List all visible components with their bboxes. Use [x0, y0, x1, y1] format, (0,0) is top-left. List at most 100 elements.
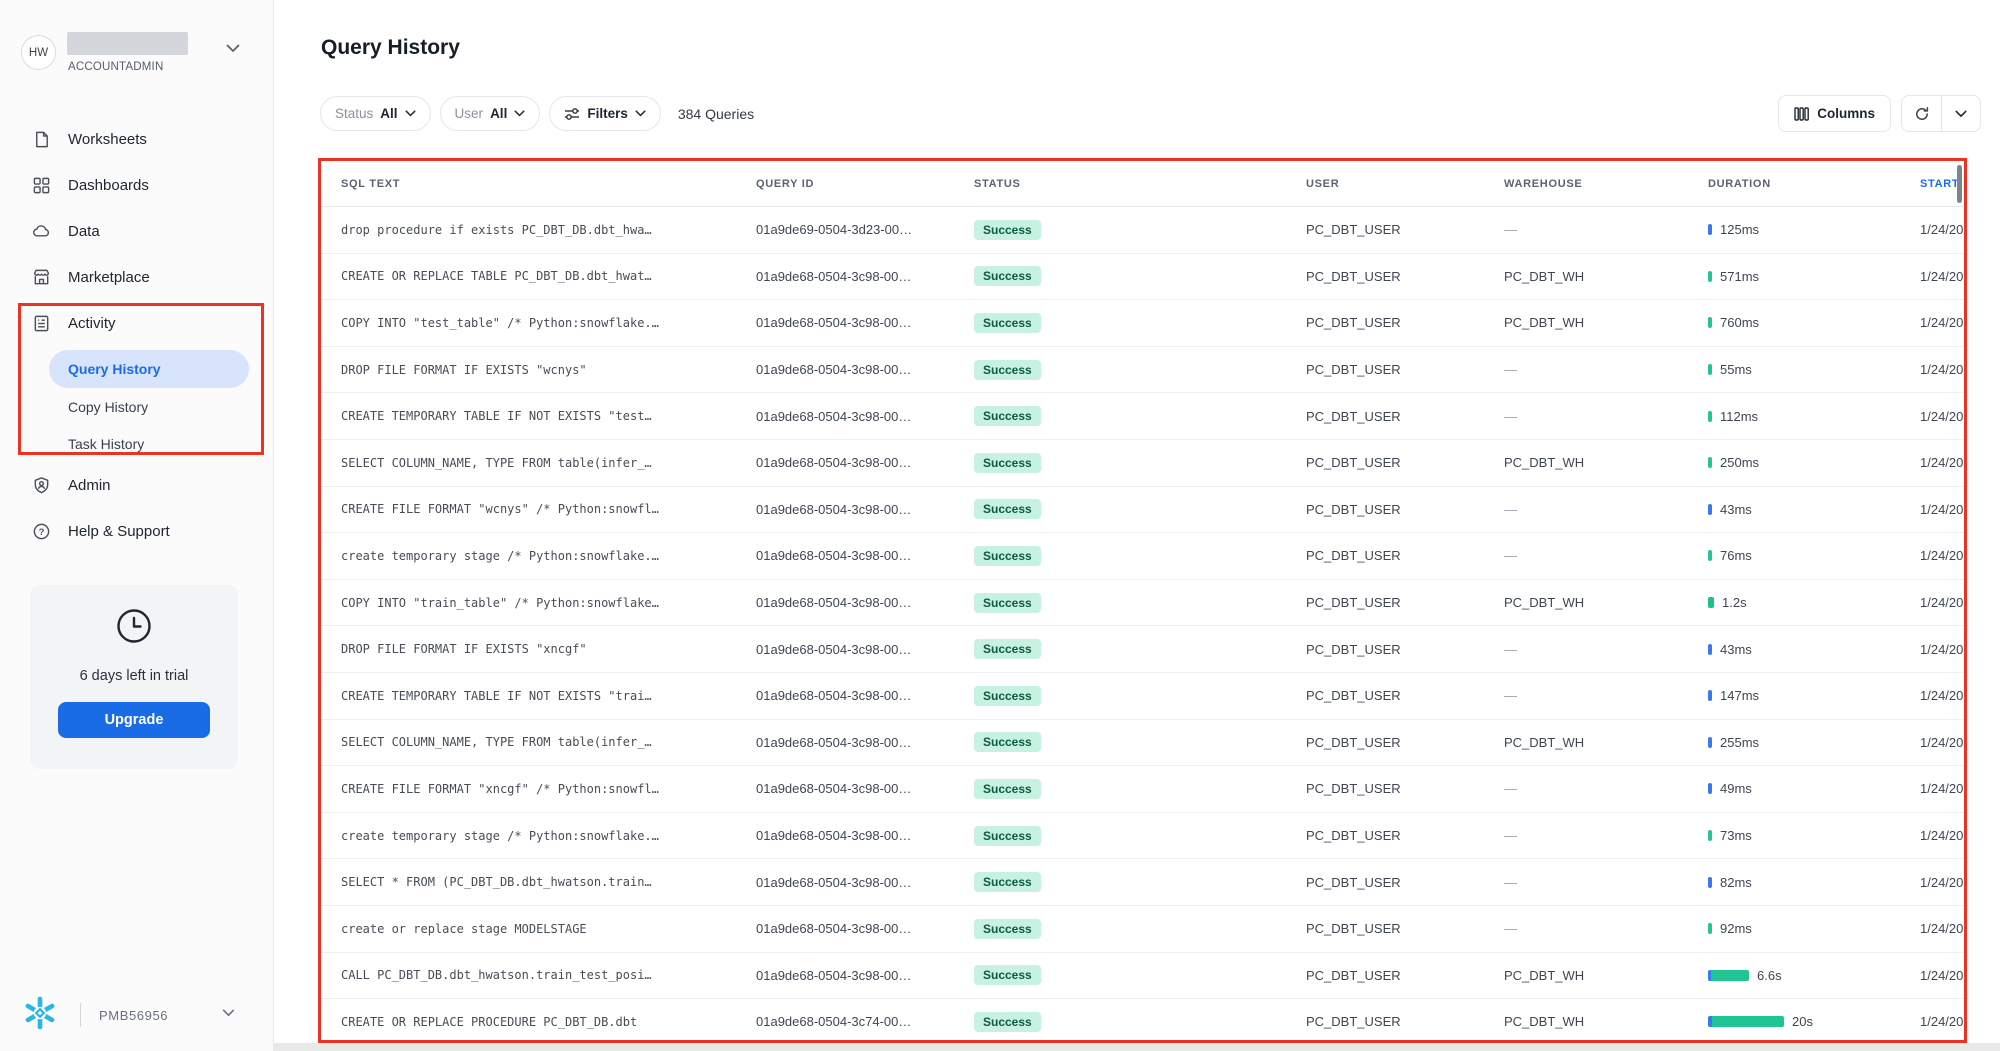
duration-bar	[1708, 317, 1712, 328]
activity-icon	[31, 313, 51, 333]
cell-query-id: 01a9de68-0504-3c98-00…	[756, 781, 974, 796]
column-header-duration[interactable]: DURATION	[1708, 178, 1920, 190]
table-row[interactable]: create or replace stage MODELSTAGE01a9de…	[321, 906, 1964, 953]
table-row[interactable]: CALL PC_DBT_DB.dbt_hwatson.train_test_po…	[321, 953, 1964, 1000]
table-row[interactable]: DROP FILE FORMAT IF EXISTS "xncgf"01a9de…	[321, 626, 1964, 673]
vertical-scrollbar-thumb[interactable]	[1957, 165, 1962, 203]
sidebar-item-label: Activity	[68, 315, 116, 332]
chevron-down-icon	[514, 110, 525, 117]
cell-status: Success	[974, 593, 1306, 613]
duration-text: 20s	[1792, 1014, 1813, 1029]
status-badge: Success	[974, 266, 1041, 286]
duration-text: 43ms	[1720, 642, 1752, 657]
cell-sql-text: CALL PC_DBT_DB.dbt_hwatson.train_test_po…	[321, 968, 756, 982]
duration-bar	[1708, 923, 1712, 934]
duration-bar	[1708, 644, 1712, 655]
sidebar-item-dashboards[interactable]: Dashboards	[0, 162, 273, 208]
table-row[interactable]: COPY INTO "test_table" /* Python:snowfla…	[321, 300, 1964, 347]
cell-start-time: 1/24/20	[1920, 688, 1964, 703]
table-row[interactable]: SELECT * FROM (PC_DBT_DB.dbt_hwatson.tra…	[321, 859, 1964, 906]
cell-status: Success	[974, 546, 1306, 566]
duration-text: 55ms	[1720, 362, 1752, 377]
columns-button[interactable]: Columns	[1778, 95, 1891, 132]
upgrade-button[interactable]: Upgrade	[58, 702, 210, 738]
table-row[interactable]: CREATE TEMPORARY TABLE IF NOT EXISTS "tr…	[321, 673, 1964, 720]
cell-status: Success	[974, 965, 1306, 985]
table-row[interactable]: SELECT COLUMN_NAME, TYPE FROM table(infe…	[321, 720, 1964, 767]
cell-sql-text: create temporary stage /* Python:snowfla…	[321, 829, 756, 843]
column-header-sql-text[interactable]: SQL TEXT	[321, 178, 756, 190]
column-header-warehouse[interactable]: WAREHOUSE	[1504, 178, 1708, 190]
table-row[interactable]: DROP FILE FORMAT IF EXISTS "wcnys"01a9de…	[321, 347, 1964, 394]
duration-bar	[1708, 550, 1712, 561]
table-row[interactable]: CREATE FILE FORMAT "xncgf" /* Python:sno…	[321, 766, 1964, 813]
cell-user: PC_DBT_USER	[1306, 409, 1504, 424]
cell-start-time: 1/24/20	[1920, 455, 1964, 470]
sidebar-item-label: Help & Support	[68, 523, 170, 540]
cell-sql-text: CREATE TEMPORARY TABLE IF NOT EXISTS "te…	[321, 409, 756, 423]
user-filter-value: All	[490, 106, 507, 121]
table-row[interactable]: create temporary stage /* Python:snowfla…	[321, 813, 1964, 860]
duration-text: 112ms	[1720, 409, 1758, 424]
status-badge: Success	[974, 779, 1041, 799]
refresh-split-button	[1901, 95, 1981, 132]
sidebar-footer[interactable]: PMB56956	[0, 981, 273, 1051]
cell-duration: 73ms	[1708, 828, 1920, 843]
cell-start-time: 1/24/20	[1920, 502, 1964, 517]
cell-warehouse: PC_DBT_WH	[1504, 595, 1708, 610]
account-switcher[interactable]: HW ACCOUNTADMIN	[0, 0, 273, 96]
table-row[interactable]: COPY INTO "train_table" /* Python:snowfl…	[321, 580, 1964, 627]
duration-bar	[1708, 364, 1712, 375]
refresh-options-button[interactable]	[1941, 96, 1980, 131]
table-row[interactable]: SELECT COLUMN_NAME, TYPE FROM table(infe…	[321, 440, 1964, 487]
duration-bar	[1708, 690, 1712, 701]
cell-sql-text: SELECT COLUMN_NAME, TYPE FROM table(infe…	[321, 456, 756, 470]
sidebar-subitem-query-history[interactable]: Query History	[49, 350, 249, 388]
cell-user: PC_DBT_USER	[1306, 1014, 1504, 1029]
cell-sql-text: DROP FILE FORMAT IF EXISTS "xncgf"	[321, 642, 756, 656]
page-title: Query History	[321, 36, 460, 60]
column-header-status[interactable]: STATUS	[974, 178, 1306, 190]
status-filter[interactable]: Status All	[320, 96, 431, 131]
cell-status: Success	[974, 360, 1306, 380]
table-row[interactable]: CREATE OR REPLACE TABLE PC_DBT_DB.dbt_hw…	[321, 254, 1964, 301]
sidebar-subitem-copy-history[interactable]: Copy History	[49, 388, 249, 425]
sidebar-item-marketplace[interactable]: Marketplace	[0, 254, 273, 300]
table-row[interactable]: CREATE OR REPLACE PROCEDURE PC_DBT_DB.db…	[321, 999, 1964, 1043]
sidebar-item-help-support[interactable]: ? Help & Support	[0, 508, 273, 554]
cell-query-id: 01a9de69-0504-3d23-00…	[756, 222, 974, 237]
refresh-button[interactable]	[1902, 96, 1941, 131]
horizontal-scrollbar-track[interactable]	[274, 1043, 2000, 1051]
query-history-table: SQL TEXTQUERY IDSTATUSUSERWAREHOUSEDURAT…	[318, 158, 1967, 1043]
cell-query-id: 01a9de68-0504-3c98-00…	[756, 968, 974, 983]
cell-query-id: 01a9de68-0504-3c98-00…	[756, 595, 974, 610]
column-header-user[interactable]: USER	[1306, 178, 1504, 190]
filters-dropdown[interactable]: Filters	[549, 96, 661, 131]
column-header-query-id[interactable]: QUERY ID	[756, 178, 974, 190]
sidebar-item-admin[interactable]: Admin	[0, 462, 273, 508]
cell-warehouse: PC_DBT_WH	[1504, 315, 1708, 330]
user-filter[interactable]: User All	[440, 96, 541, 131]
sidebar-item-data[interactable]: Data	[0, 208, 273, 254]
duration-bar	[1708, 504, 1712, 515]
cell-query-id: 01a9de68-0504-3c98-00…	[756, 362, 974, 377]
sidebar-item-activity[interactable]: Activity	[0, 300, 273, 346]
cell-duration: 1.2s	[1708, 595, 1920, 610]
table-row[interactable]: CREATE FILE FORMAT "wcnys" /* Python:sno…	[321, 487, 1964, 534]
table-row[interactable]: CREATE TEMPORARY TABLE IF NOT EXISTS "te…	[321, 393, 1964, 440]
duration-bar	[1708, 271, 1712, 282]
cell-status: Success	[974, 686, 1306, 706]
trial-days-left-text: 6 days left in trial	[30, 668, 238, 684]
table-row[interactable]: create temporary stage /* Python:snowfla…	[321, 533, 1964, 580]
table-row[interactable]: drop procedure if exists PC_DBT_DB.dbt_h…	[321, 207, 1964, 254]
duration-text: 250ms	[1720, 455, 1759, 470]
account-locator: PMB56956	[99, 1008, 168, 1023]
cell-user: PC_DBT_USER	[1306, 455, 1504, 470]
svg-text:?: ?	[38, 526, 44, 537]
sidebar-item-worksheets[interactable]: Worksheets	[0, 116, 273, 162]
chevron-down-icon[interactable]	[222, 1009, 235, 1017]
duration-text: 92ms	[1720, 921, 1752, 936]
cell-query-id: 01a9de68-0504-3c98-00…	[756, 735, 974, 750]
status-badge: Success	[974, 313, 1041, 333]
sidebar-subitem-task-history[interactable]: Task History	[49, 425, 249, 462]
